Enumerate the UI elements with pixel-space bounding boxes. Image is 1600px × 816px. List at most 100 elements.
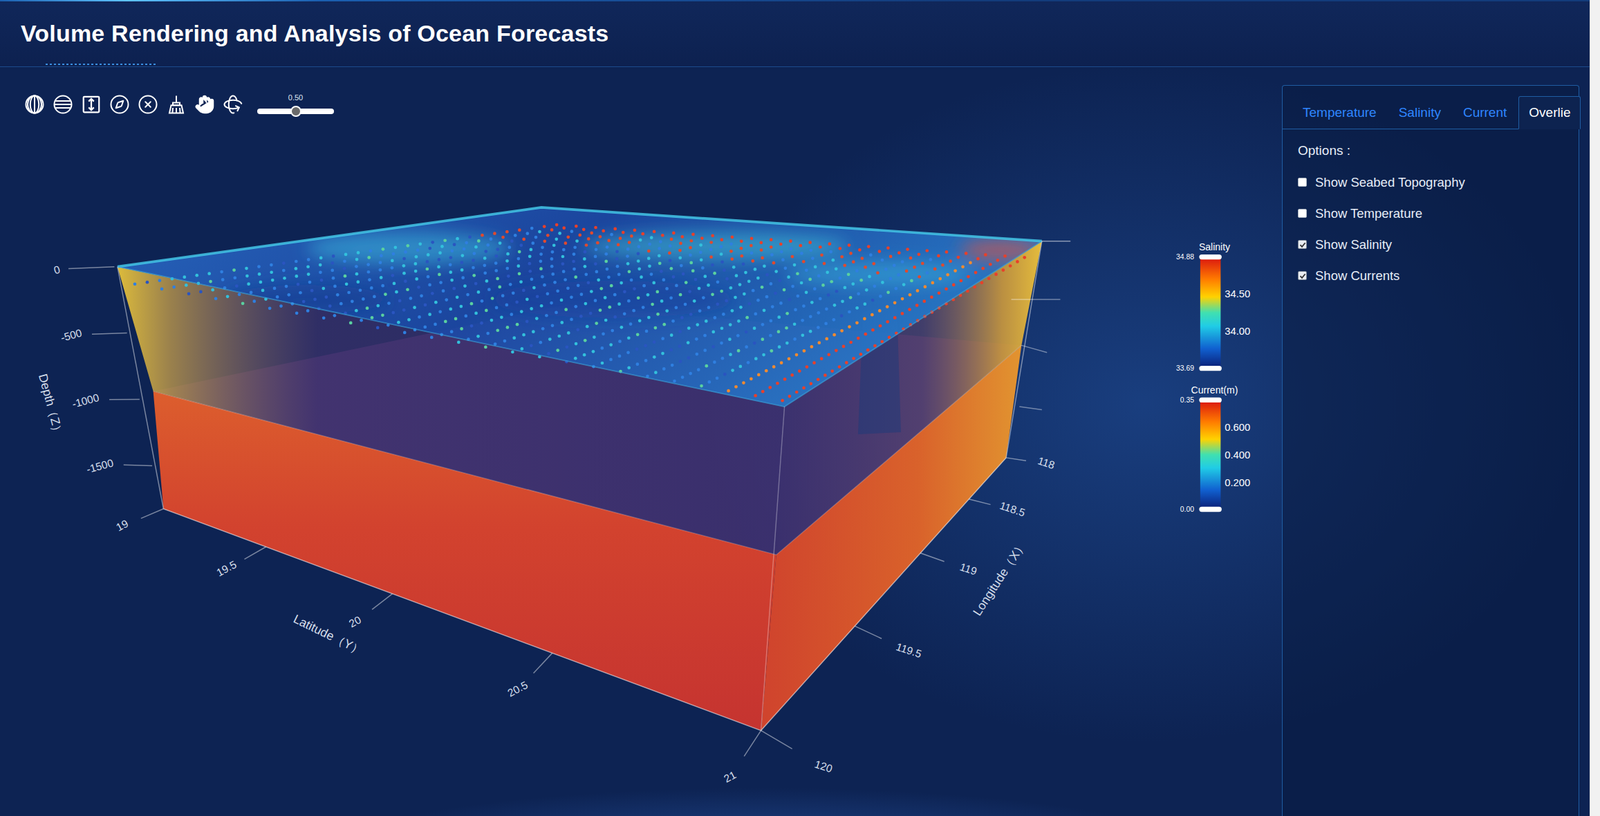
svg-text:21: 21: [721, 768, 738, 785]
page-title: Volume Rendering and Analysis of Ocean F…: [20, 20, 609, 48]
broom-icon: [165, 94, 187, 115]
check-icon: [1299, 241, 1307, 249]
depth-arrow-icon: [80, 94, 102, 115]
axis-tick: 119: [920, 553, 979, 578]
axis-tick: -1500: [85, 456, 153, 476]
legend-min: 33.69: [1176, 364, 1195, 372]
svg-text:20.5: 20.5: [505, 678, 530, 700]
axis-tick: 19.5: [214, 546, 267, 579]
option-label: Show Temperature: [1315, 206, 1423, 222]
hand-icon: [194, 94, 216, 115]
tab[interactable]: Temperature: [1292, 96, 1388, 130]
svg-text:118: 118: [1036, 454, 1057, 472]
volume-chart[interactable]: 0 -500 -1000 -1500 Depth（Z） 19 19.5 20 20.5 21 Lat…: [0, 115, 1282, 816]
option-label: Show Seabed Topography: [1315, 174, 1466, 191]
option-row[interactable]: Show Seabed Topography: [1297, 166, 1564, 198]
workspace: 0.50 0 -500 -1000 -1500 Depth（Z） 19 19.5 20 20.5 2…: [0, 67, 1590, 816]
svg-text:20: 20: [347, 613, 364, 630]
options-body: Options : Show Seabed Topography Show Temp…: [1282, 129, 1579, 305]
legend-tick: 34.50: [1224, 288, 1251, 300]
app: Volume Rendering and Analysis of Ocean F…: [0, 0, 1600, 816]
legend-bar: [1200, 399, 1222, 511]
legend-handle[interactable]: [1198, 506, 1222, 512]
legend-handle[interactable]: [1198, 254, 1222, 260]
vertical-slice-icon: [24, 94, 45, 115]
color-legend: Current(m)0.35 0.00 0.600 0.400 0.200: [1180, 384, 1251, 514]
chart-area: 0 -500 -1000 -1500 Depth（Z） 19 19.5 20 20.5 21 Lat…: [0, 115, 1282, 816]
longitude-axis: 118118.5119119.5120Longitude（X）: [761, 454, 1057, 776]
depth-axis: 0 -500 -1000 -1500 Depth（Z）: [35, 263, 153, 476]
svg-text:-500: -500: [59, 326, 84, 344]
axis-title: Latitude（Y）: [291, 611, 366, 659]
checkbox[interactable]: [1297, 177, 1307, 187]
checkbox[interactable]: [1297, 208, 1307, 218]
vertical-slice-button[interactable]: [23, 93, 46, 116]
axis-tick: 118.5: [968, 499, 1027, 519]
svg-text:120: 120: [813, 757, 834, 775]
option-row[interactable]: Show Temperature: [1297, 197, 1564, 229]
slider-track[interactable]: [257, 108, 334, 115]
opacity-slider[interactable]: 0.50: [257, 93, 334, 115]
toolbar: 0.50: [0, 67, 1282, 116]
rotate-3d-icon: [222, 94, 244, 115]
legend-max: 0.35: [1180, 396, 1195, 404]
axis-tick: 20.5: [505, 652, 552, 699]
current-vectors: [133, 223, 1027, 403]
color-legend: Salinity34.8833.6934.5034.00: [1176, 241, 1251, 372]
scrollbar[interactable]: [1589, 0, 1600, 816]
horizontal-slice-button[interactable]: [51, 93, 74, 116]
viewer: 0.50 0 -500 -1000 -1500 Depth（Z） 19 19.5 20 20.5 2…: [0, 67, 1282, 816]
checkbox[interactable]: [1297, 239, 1307, 249]
svg-text:-1500: -1500: [85, 456, 115, 476]
option-row[interactable]: Show Currents: [1297, 259, 1564, 292]
option-label: Show Currents: [1315, 268, 1400, 284]
main: Volume Rendering and Analysis of Ocean F…: [0, 0, 1590, 816]
tab-strip: TemperatureSalinityCurrentOverlie: [1282, 85, 1579, 130]
axis-tick: 118: [1006, 454, 1056, 472]
svg-text:19.5: 19.5: [214, 557, 239, 579]
axis-tick: 19: [114, 508, 164, 534]
slider-reading: 0.50: [288, 93, 303, 102]
svg-text:118.5: 118.5: [998, 499, 1027, 519]
volume-face: [153, 391, 777, 731]
pan-button[interactable]: [193, 93, 216, 116]
options-panel: TemperatureSalinityCurrentOverlieOptions…: [1281, 85, 1580, 816]
latitude-axis: 19 19.5 20 20.5 21 Latitude（Y）: [114, 508, 762, 785]
option-label: Show Salinity: [1315, 237, 1392, 253]
legend-handle[interactable]: [1198, 397, 1222, 403]
axis-tick: 20: [347, 593, 393, 630]
options-label: Options :: [1297, 143, 1564, 159]
compass-icon: [109, 94, 130, 115]
header: Volume Rendering and Analysis of Ocean F…: [0, 0, 1590, 68]
axis-tick: 0: [52, 263, 115, 277]
axis-title: Depth（Z）: [35, 371, 67, 439]
tab[interactable]: Overlie: [1518, 96, 1581, 130]
svg-text:19: 19: [114, 517, 130, 534]
close-button[interactable]: [136, 93, 160, 116]
legend-title: Current(m): [1191, 384, 1239, 396]
compass-button[interactable]: [108, 93, 131, 116]
legend-handle[interactable]: [1198, 365, 1222, 371]
legend-tick: 0.200: [1224, 477, 1251, 489]
checkbox[interactable]: [1297, 271, 1307, 281]
legend-min: 0.00: [1180, 505, 1195, 514]
volume-face: [761, 345, 1022, 731]
salinity-surface: [117, 207, 1043, 407]
slider-thumb[interactable]: [290, 105, 302, 117]
axis-tick: -1000: [70, 391, 140, 411]
axis-tick: -500: [59, 326, 128, 344]
tab[interactable]: Salinity: [1388, 96, 1452, 130]
legend-tick: 34.00: [1224, 325, 1251, 337]
clear-button[interactable]: [165, 93, 188, 116]
svg-text:119: 119: [958, 560, 979, 578]
option-row[interactable]: Show Salinity: [1297, 228, 1564, 260]
circle-x-icon: [137, 94, 159, 115]
depth-button[interactable]: [80, 93, 103, 116]
svg-text:0: 0: [52, 263, 62, 277]
legend-tick: 0.600: [1224, 421, 1251, 433]
slider-label-row: 0.50: [257, 93, 334, 104]
legend-tick: 0.400: [1224, 449, 1251, 461]
tab[interactable]: Current: [1452, 96, 1518, 130]
rotate-button[interactable]: [221, 93, 245, 116]
legend-title: Salinity: [1198, 241, 1231, 253]
